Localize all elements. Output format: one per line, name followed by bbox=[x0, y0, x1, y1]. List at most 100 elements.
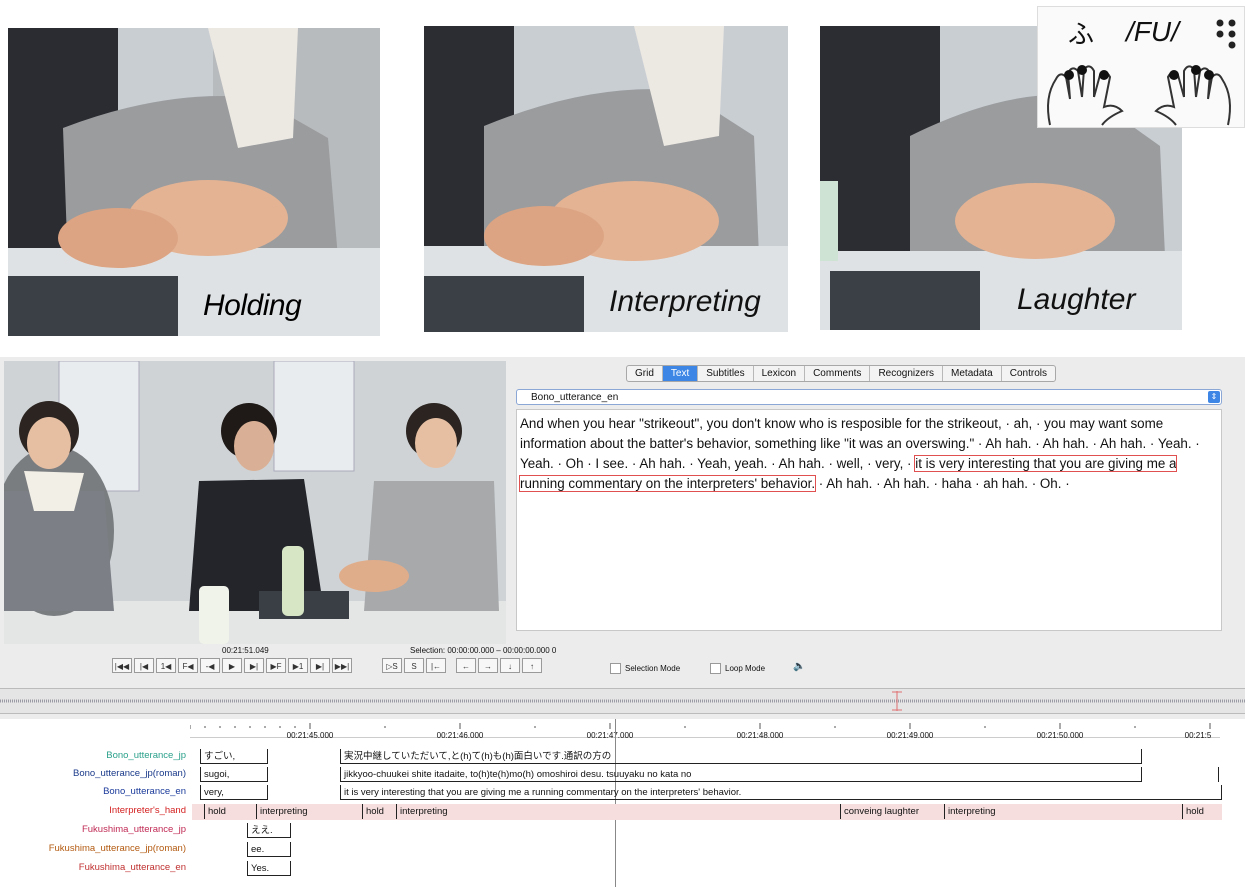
ruler-tick-label: 00:21:5 bbox=[1184, 731, 1212, 740]
braille-cell-icon bbox=[1216, 19, 1236, 49]
tier-row-fukushima-en[interactable]: Yes. bbox=[192, 861, 1222, 877]
annotation-segment[interactable]: sugoi, bbox=[200, 767, 268, 782]
selection-mode-box[interactable] bbox=[610, 663, 621, 674]
annotation-segment[interactable]: Yes. bbox=[247, 861, 291, 876]
annotation-segment[interactable]: すごい, bbox=[200, 749, 268, 764]
selection-begin-button[interactable]: |← bbox=[426, 658, 446, 673]
play-selection-button[interactable]: ▶| bbox=[244, 658, 264, 673]
annotation-segment[interactable]: hold bbox=[1182, 804, 1222, 819]
go-to-end-button[interactable]: ▶▶| bbox=[332, 658, 352, 673]
next-second-button[interactable]: ▶| bbox=[310, 658, 330, 673]
loop-mode-checkbox[interactable]: Loop Mode bbox=[710, 663, 765, 674]
ruler-tick-label: 00:21:49.000 bbox=[886, 731, 934, 740]
tier-label-interpreters-hand[interactable]: Interpreter's_hand bbox=[0, 805, 186, 816]
braille-character: ふ bbox=[1068, 20, 1094, 50]
tier-label-fukushima-jp-roman[interactable]: Fukushima_utterance_jp(roman) bbox=[0, 843, 186, 854]
tier-label-fukushima-en[interactable]: Fukushima_utterance_en bbox=[0, 862, 186, 873]
tier-label-fukushima-jp[interactable]: Fukushima_utterance_jp bbox=[0, 824, 186, 835]
next-frame-f-button[interactable]: ▶F bbox=[266, 658, 286, 673]
play-backward-button[interactable]: -◀ bbox=[200, 658, 220, 673]
play-button[interactable]: ▶ bbox=[222, 658, 242, 673]
chevron-updown-icon: ⇕ bbox=[1208, 391, 1220, 403]
ruler-tick-label: 00:21:47.000 bbox=[586, 731, 634, 740]
photo-interpreting: Interpreting bbox=[424, 26, 788, 332]
tier-dropdown[interactable]: Bono_utterance_en ⇕ bbox=[516, 389, 1222, 405]
transcript-after: · Ah hah. · Ah hah. · haha · ah hah. · O… bbox=[815, 476, 1070, 491]
time-ruler[interactable]: 00:21:45.000 00:21:46.000 00:21:47.000 0… bbox=[189, 719, 1220, 740]
tab-grid[interactable]: Grid bbox=[627, 366, 663, 381]
right-arrow-button[interactable]: → bbox=[478, 658, 498, 673]
tab-lexicon[interactable]: Lexicon bbox=[754, 366, 806, 381]
previous-second-button[interactable]: |◀ bbox=[134, 658, 154, 673]
annotation-segment[interactable]: hold bbox=[204, 804, 256, 819]
tab-text[interactable]: Text bbox=[662, 366, 699, 381]
ruler-tick-label: 00:21:45.000 bbox=[286, 731, 334, 740]
video-frame-image bbox=[4, 361, 506, 644]
loop-mode-label: Loop Mode bbox=[725, 664, 766, 673]
view-tabs: Grid Text Subtitles Lexicon Comments Rec… bbox=[626, 365, 1056, 382]
elan-annotation-window: Grid Text Subtitles Lexicon Comments Rec… bbox=[0, 357, 1245, 887]
go-to-begin-button[interactable]: |◀◀ bbox=[112, 658, 132, 673]
interpreting-scene-image: Interpreting bbox=[424, 26, 788, 332]
previous-frame-f-button[interactable]: F◀ bbox=[178, 658, 198, 673]
caption-laughter: Laughter bbox=[1017, 283, 1136, 316]
annotation-segment[interactable]: interpreting bbox=[944, 804, 1182, 819]
selection-readout: Selection: 00:00:00.000 – 00:00:00.000 0 bbox=[410, 646, 557, 655]
previous-frame-button[interactable]: 1◀ bbox=[156, 658, 176, 673]
left-arrow-button[interactable]: ← bbox=[456, 658, 476, 673]
loop-mode-box[interactable] bbox=[710, 663, 721, 674]
photo-holding: Holding bbox=[8, 28, 380, 336]
annotation-segment[interactable]: it is very interesting that you are givi… bbox=[340, 785, 1222, 800]
annotation-segment[interactable]: very, bbox=[200, 785, 268, 800]
waveform-image bbox=[0, 689, 1245, 713]
clear-selection-button[interactable]: S bbox=[404, 658, 424, 673]
ruler-tick-label: 00:21:48.000 bbox=[736, 731, 784, 740]
annotation-segment[interactable]: ee. bbox=[247, 842, 291, 857]
tier-row-fukushima-jp-roman[interactable]: ee. bbox=[192, 842, 1222, 858]
tab-controls[interactable]: Controls bbox=[1002, 366, 1055, 381]
tab-comments[interactable]: Comments bbox=[805, 366, 871, 381]
transcript-text-view[interactable]: And when you hear "strikeout", you don't… bbox=[516, 409, 1222, 631]
caption-interpreting: Interpreting bbox=[609, 285, 761, 318]
annotation-timeline[interactable]: 00:21:45.000 00:21:46.000 00:21:47.000 0… bbox=[0, 719, 1245, 887]
ruler-tick-label: 00:21:50.000 bbox=[1036, 731, 1084, 740]
annotation-segment[interactable]: hold bbox=[362, 804, 396, 819]
player-controls: |◀◀ |◀ 1◀ F◀ -◀ ▶ ▶| ▶F ▶1 ▶| ▶▶| ▷S S |… bbox=[112, 658, 542, 673]
volume-icon[interactable]: 🔈 bbox=[793, 661, 805, 672]
tier-label-bono-en[interactable]: Bono_utterance_en bbox=[0, 786, 186, 797]
left-hand-icon bbox=[1047, 65, 1124, 126]
tier-row-fukushima-jp[interactable]: ええ. bbox=[192, 823, 1222, 839]
up-arrow-button[interactable]: ↑ bbox=[522, 658, 542, 673]
holding-scene-image: Holding bbox=[8, 28, 380, 336]
tab-metadata[interactable]: Metadata bbox=[943, 366, 1002, 381]
tier-dropdown-value: Bono_utterance_en bbox=[531, 392, 619, 403]
tier-row-bono-en[interactable]: very, it is very interesting that you ar… bbox=[192, 785, 1222, 801]
tier-row-interpreters-hand[interactable]: hold interpreting hold interpreting conv… bbox=[192, 804, 1222, 820]
down-arrow-button[interactable]: ↓ bbox=[500, 658, 520, 673]
play-selection-s-button[interactable]: ▷S bbox=[382, 658, 402, 673]
caption-holding: Holding bbox=[203, 289, 302, 322]
annotation-segment[interactable]: jikkyoo-chuukei shite itadaite, to(h)te(… bbox=[340, 767, 1142, 782]
annotation-segment-edge[interactable] bbox=[1218, 767, 1222, 782]
annotation-segment[interactable]: 実況中継していただいて,と(h)て(h)も(h)面白いです.通訳の方の bbox=[340, 749, 1142, 764]
annotation-segment[interactable]: ええ. bbox=[247, 823, 291, 838]
tier-row-bono-jp-roman[interactable]: sugoi, jikkyoo-chuukei shite itadaite, t… bbox=[192, 767, 1222, 783]
waveform-track[interactable] bbox=[0, 688, 1245, 714]
annotation-segment[interactable]: interpreting bbox=[256, 804, 362, 819]
selection-mode-checkbox[interactable]: Selection Mode bbox=[610, 663, 680, 674]
annotation-segment[interactable]: conveing laughter bbox=[840, 804, 944, 819]
tier-label-bono-jp-roman[interactable]: Bono_utterance_jp(roman) bbox=[0, 768, 186, 779]
braille-fu-card: ふ /FU/ bbox=[1037, 6, 1245, 128]
selection-mode-label: Selection Mode bbox=[625, 664, 681, 673]
tier-label-bono-jp[interactable]: Bono_utterance_jp bbox=[0, 750, 186, 761]
right-hand-icon bbox=[1154, 65, 1231, 126]
next-frame-button[interactable]: ▶1 bbox=[288, 658, 308, 673]
video-viewer[interactable] bbox=[4, 361, 506, 644]
braille-hands-illustration: ふ /FU/ bbox=[1047, 16, 1236, 126]
annotation-segment[interactable]: interpreting bbox=[396, 804, 840, 819]
media-time: 00:21:51.049 bbox=[222, 646, 269, 655]
tier-row-bono-jp[interactable]: すごい, 実況中継していただいて,と(h)て(h)も(h)面白いです.通訳の方の bbox=[192, 749, 1222, 765]
tab-recognizers[interactable]: Recognizers bbox=[870, 366, 944, 381]
ruler-tick-label: 00:21:46.000 bbox=[436, 731, 484, 740]
tab-subtitles[interactable]: Subtitles bbox=[698, 366, 754, 381]
